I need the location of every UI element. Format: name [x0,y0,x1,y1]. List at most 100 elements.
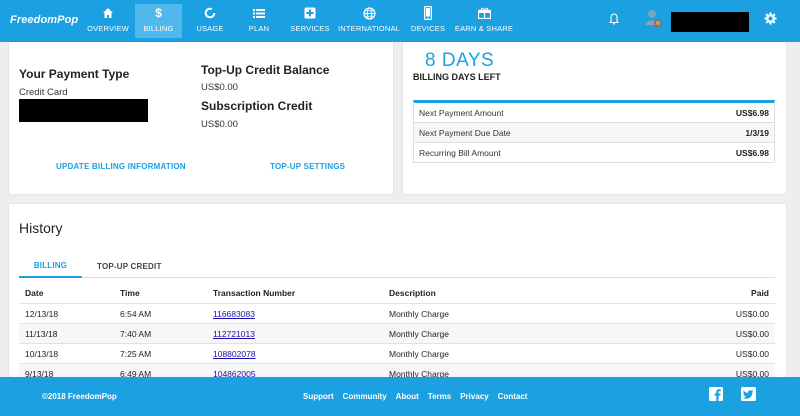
paid-cell: US$0.00 [735,328,769,339]
nav-item-services[interactable]: SERVICES [289,4,331,38]
payment-summary-row: Recurring Bill Amount US$6.98 [414,143,774,163]
nav-label: EARN & SHARE [454,24,514,33]
footer-link-community[interactable]: Community [343,392,387,401]
description-cell: Monthly Charge [389,328,450,339]
nav-label: PLAN [248,24,270,33]
gear-icon [764,12,777,30]
tab-billing[interactable]: BILLING [19,254,82,278]
payment-summary-row: Next Payment Amount US$6.98 [414,103,774,123]
summary-key: Next Payment Due Date [419,127,511,138]
transaction-link[interactable]: 104862005 [213,369,256,378]
payment-summary-table: Next Payment Amount US$6.98 Next Payment… [413,100,775,163]
user-badge-icon [645,9,663,34]
transaction-link[interactable]: 108802078 [213,349,256,359]
history-card: History BILLING TOP-UP CREDIT Date Time … [9,204,786,377]
nav-label: SERVICES [290,24,330,33]
billing-days-count: 8 DAYS [425,50,495,71]
date-cell: 10/13/18 [25,348,59,359]
nav-item-billing[interactable]: $ BILLING [135,4,182,38]
nav-label: DEVICES [410,24,446,33]
time-cell: 6:54 AM [120,308,152,319]
subscription-credit-value: US$0.00 [201,119,238,130]
table-row: 12/13/18 6:54 AM 116683083 Monthly Charg… [19,304,775,324]
notifications-button[interactable] [606,0,622,42]
table-row: 11/13/18 7:40 AM 112721013 Monthly Charg… [19,324,775,344]
nav-label: BILLING [143,24,174,33]
table-row: 9/13/18 6:49 AM 104862005 Monthly Charge… [19,364,775,377]
bell-icon [608,12,620,30]
settings-button[interactable] [762,0,778,42]
add-box-icon [304,4,316,22]
table-row: 10/13/18 7:25 AM 108802078 Monthly Charg… [19,344,775,364]
tab-topup-credit[interactable]: TOP-UP CREDIT [97,254,162,278]
twitter-link[interactable] [740,386,756,406]
paid-cell: US$0.00 [735,368,769,378]
footer-link-privacy[interactable]: Privacy [460,392,488,401]
column-header: Time [120,287,140,298]
history-title: History [19,220,63,236]
transaction-link[interactable]: 112721013 [213,329,255,339]
top-navigation-bar: FreedomPop OVERVIEW $ BILLING USAGE PLAN… [0,0,800,42]
date-cell: 11/13/18 [25,328,58,339]
time-cell: 7:25 AM [120,348,152,359]
billing-days-label: BILLING DAYS LEFT [413,72,501,82]
home-icon [102,4,114,22]
nav-item-devices[interactable]: DEVICES [410,4,446,38]
payment-type-value: Credit Card [19,87,68,98]
nav-item-earn-share[interactable]: EARN & SHARE [454,4,514,38]
redacted-account-name [671,12,749,32]
summary-key: Recurring Bill Amount [419,147,501,158]
footer-link-terms[interactable]: Terms [428,392,451,401]
copyright-text: ©2018 FreedomPop [42,392,117,401]
column-header: Description [389,287,436,298]
summary-value: US$6.98 [735,147,769,158]
column-header: Paid [751,287,769,298]
footer-link-contact[interactable]: Contact [498,392,528,401]
nav-item-plan[interactable]: PLAN [244,4,274,38]
footer-link-about[interactable]: About [396,392,419,401]
topup-balance-heading: Top-Up Credit Balance [201,63,330,77]
payment-type-heading: Your Payment Type [19,67,130,81]
paid-cell: US$0.00 [735,308,769,319]
history-table: Date Time Transaction Number Description… [19,282,775,377]
summary-key: Next Payment Amount [419,107,504,118]
subscription-credit-heading: Subscription Credit [201,99,313,113]
time-cell: 6:49 AM [120,368,152,378]
dollar-icon: $ [155,6,162,20]
summary-value: 1/3/19 [745,127,769,138]
date-cell: 9/13/18 [25,368,54,378]
nav-item-usage[interactable]: USAGE [192,4,228,38]
summary-value: US$6.98 [735,107,769,118]
facebook-link[interactable] [708,386,724,406]
description-cell: Monthly Charge [389,368,450,378]
list-icon [253,4,265,22]
description-cell: Monthly Charge [389,348,450,359]
nav-label: INTERNATIONAL [337,24,401,33]
topup-settings-link[interactable]: TOP-UP SETTINGS [270,162,345,171]
phone-icon [424,4,432,22]
facebook-icon [709,386,723,406]
billing-days-card: 8 DAYS BILLING DAYS LEFT Next Payment Am… [403,42,786,194]
history-tabs: BILLING TOP-UP CREDIT [19,254,775,278]
account-avatar[interactable] [644,0,664,42]
nav-label: OVERVIEW [87,24,129,33]
time-cell: 7:40 AM [120,328,152,339]
nav-item-international[interactable]: INTERNATIONAL [337,4,401,38]
footer-link-support[interactable]: Support [303,392,334,401]
date-cell: 12/13/18 [25,308,59,319]
redacted-card-number [19,99,148,122]
payment-summary-row: Next Payment Due Date 1/3/19 [414,123,774,143]
paid-cell: US$0.00 [735,348,769,359]
freedompop-logo[interactable]: FreedomPop [10,14,78,26]
nav-item-overview[interactable]: OVERVIEW [87,4,129,38]
column-header: Date [25,287,44,298]
gift-icon [477,4,491,22]
payment-info-card: Your Payment Type Credit Card Top-Up Cre… [9,42,393,194]
transaction-link[interactable]: 116683083 [213,309,255,319]
globe-icon [362,4,376,22]
footer-bar: ©2018 FreedomPop Support Community About… [0,377,800,416]
update-billing-link[interactable]: UPDATE BILLING INFORMATION [56,162,186,171]
table-header-row: Date Time Transaction Number Description… [19,282,775,304]
twitter-icon [740,386,756,406]
nav-label: USAGE [196,24,224,33]
